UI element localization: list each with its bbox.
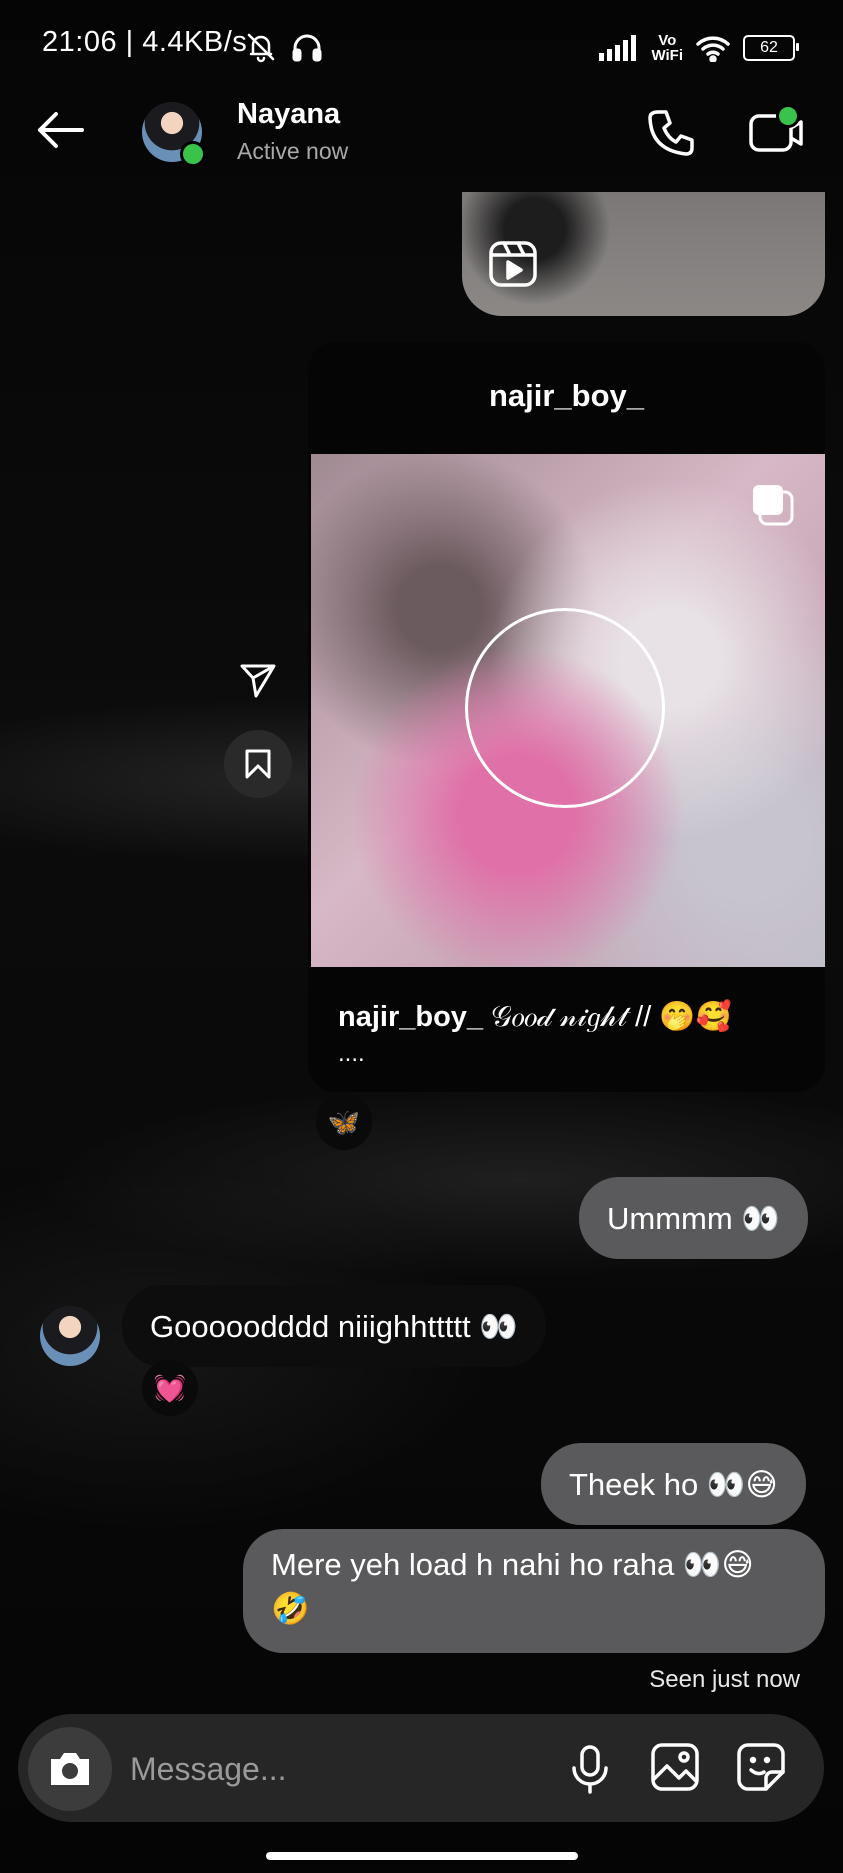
gallery-icon[interactable] (650, 1742, 700, 1792)
video-active-dot (776, 104, 800, 128)
headphones-icon (290, 30, 324, 64)
signal-icon (599, 35, 637, 61)
online-indicator (180, 141, 206, 167)
phone-icon[interactable] (646, 108, 696, 158)
message-bubble-me[interactable]: Mere yeh load h nahi ho raha 👀😅 🤣 (243, 1529, 825, 1653)
bookmark-icon (245, 749, 271, 779)
camera-icon (51, 1753, 89, 1785)
send-icon[interactable] (238, 660, 278, 700)
contact-name[interactable]: Nayana (237, 98, 340, 131)
back-arrow-icon[interactable] (34, 110, 86, 150)
sticker-icon[interactable] (736, 1742, 786, 1792)
message-input[interactable] (128, 1745, 532, 1793)
microphone-icon[interactable] (568, 1744, 612, 1794)
silent-bell-icon (244, 30, 278, 64)
sender-avatar[interactable] (40, 1306, 100, 1366)
vowifi-label: Vo WiFi (651, 32, 683, 64)
message-bubble-them[interactable]: Gooooodddd niiighhttttt 👀 (122, 1285, 546, 1367)
caption-more[interactable]: .... (338, 1040, 365, 1068)
wifi-icon (696, 36, 730, 62)
message-text: Gooooodddd niiighhttttt 👀 (150, 1308, 518, 1344)
carousel-icon (750, 482, 796, 528)
battery-indicator: 62 (743, 35, 799, 61)
post-caption: najir_boy_ 𝒢𝑜𝑜𝒹 𝓃𝒾𝑔𝒽𝓉 // 🤭🥰 (338, 1000, 732, 1034)
home-indicator[interactable] (266, 1852, 578, 1860)
status-indicators: Vo WiFi 62 (599, 28, 799, 68)
post-reaction[interactable]: 🦋 (316, 1094, 372, 1150)
message-text: Theek ho 👀😅 (569, 1466, 778, 1502)
reel-thumbnail[interactable] (462, 192, 825, 316)
message-bubble-me[interactable]: Theek ho 👀😅 (541, 1443, 806, 1525)
caption-text: 𝒢𝑜𝑜𝒹 𝓃𝒾𝑔𝒽𝓉 // 🤭🥰 (491, 1001, 732, 1033)
post-author[interactable]: najir_boy_ (308, 378, 825, 414)
caption-user[interactable]: najir_boy_ (338, 1001, 483, 1033)
reels-icon (488, 240, 538, 288)
message-text: Mere yeh load h nahi ho raha 👀😅 🤣 (271, 1547, 754, 1626)
contact-status: Active now (237, 138, 349, 164)
message-bubble-me[interactable]: Ummmm 👀 (579, 1177, 808, 1259)
save-button[interactable] (224, 730, 292, 798)
camera-button[interactable] (28, 1727, 112, 1811)
message-reaction[interactable]: 💓 (142, 1360, 198, 1416)
message-text: Ummmm 👀 (607, 1200, 780, 1236)
status-time: 21:06 | 4.4KB/s (42, 26, 248, 58)
loading-circle (465, 608, 665, 808)
seen-status: Seen just now (649, 1666, 800, 1693)
